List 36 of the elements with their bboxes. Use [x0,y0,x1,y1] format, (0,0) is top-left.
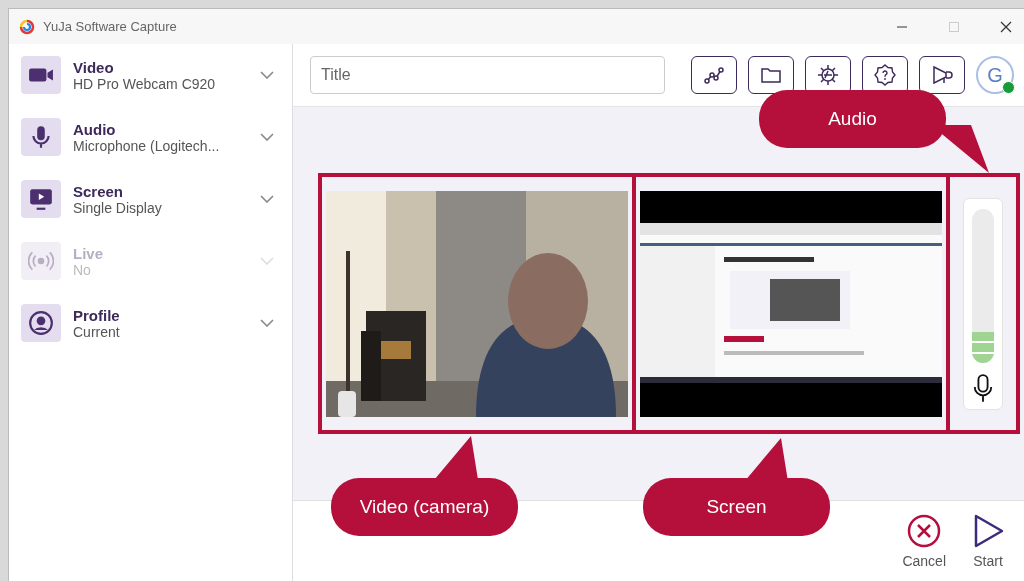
cancel-button[interactable]: Cancel [898,513,950,569]
graph-button[interactable] [691,56,737,94]
window-title: YuJa Software Capture [43,19,177,34]
source-item[interactable]: Video HD Pro Webcam C920 [9,44,292,106]
chevron-icon[interactable] [260,133,274,141]
source-item[interactable]: Screen Single Display [9,168,292,230]
title-field[interactable]: Title [310,56,665,94]
source-label: Audio [73,120,117,138]
source-item[interactable]: Audio Microphone (Logitech... [9,106,292,168]
start-button[interactable]: Start [966,513,1010,569]
callout: Audio [759,90,946,148]
cancel-icon [906,513,943,549]
folder-button[interactable] [748,56,794,94]
user-icon [28,310,54,336]
source-label: Live [73,244,104,262]
user-avatar[interactable]: G [976,56,1014,94]
source-value: Single Display [73,199,163,216]
monitor-play-icon [28,186,54,212]
chevron-icon[interactable] [260,195,274,203]
source-value: HD Pro Webcam C920 [73,75,217,92]
source-label: Screen [73,182,125,200]
chevron-icon[interactable] [260,319,274,327]
announce-button[interactable] [919,56,965,94]
close-icon[interactable] [1000,20,1012,33]
logo-icon [19,18,35,35]
chevron-icon[interactable] [260,71,274,79]
source-label: Video [73,58,115,76]
megaphone-icon [930,63,954,87]
source-label: Profile [73,306,121,324]
source-value: Microphone (Logitech... [73,137,221,154]
source-value: No [73,261,92,278]
source-item[interactable]: Profile Current [9,292,292,354]
settings-icon [816,63,840,87]
help-icon [873,63,897,87]
source-value: Current [73,323,121,340]
microphone-icon [972,372,994,403]
